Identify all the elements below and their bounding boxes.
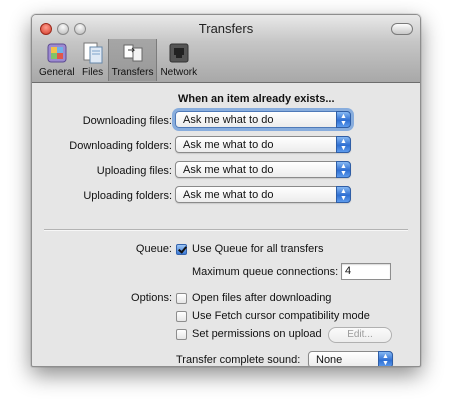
open-files-label: Open files after downloading — [192, 292, 332, 304]
transfers-pane: When an item already exists... Downloadi… — [32, 83, 420, 366]
cursor-compat-label: Use Fetch cursor compatibility mode — [192, 310, 370, 322]
tab-files-label: Files — [82, 67, 104, 78]
downloading-files-label: Downloading files: — [82, 115, 172, 127]
downloading-files-popup[interactable]: Ask me what to do ▲ ▼ — [175, 111, 351, 128]
uploading-folders-row: Uploading folders: Ask me what to do ▲ ▼ — [32, 186, 420, 208]
uploading-files-row: Uploading files: Ask me what to do ▲ ▼ — [32, 161, 420, 183]
queue-label: Queue: — [135, 243, 172, 255]
downloading-files-row: Downloading files: Ask me what to do ▲ ▼ — [32, 111, 420, 133]
uploading-files-popup[interactable]: Ask me what to do ▲ ▼ — [175, 161, 351, 178]
use-queue-checkbox[interactable] — [176, 244, 187, 255]
tab-general[interactable]: General — [36, 39, 78, 81]
sound-popup[interactable]: None ▲ ▼ — [308, 351, 393, 366]
downloading-files-value: Ask me what to do — [183, 114, 274, 126]
tab-network[interactable]: Network — [157, 39, 200, 81]
popup-arrows-icon: ▲ ▼ — [336, 111, 351, 128]
downloading-folders-row: Downloading folders: Ask me what to do ▲… — [32, 136, 420, 158]
set-permissions-checkbox[interactable] — [176, 329, 187, 340]
popup-arrows-icon: ▲ ▼ — [378, 351, 393, 366]
uploading-folders-popup[interactable]: Ask me what to do ▲ ▼ — [175, 186, 351, 203]
downloading-folders-popup[interactable]: Ask me what to do ▲ ▼ — [175, 136, 351, 153]
open-files-checkbox[interactable] — [176, 293, 187, 304]
uploading-folders-value: Ask me what to do — [183, 189, 274, 201]
cursor-compat-checkbox[interactable] — [176, 311, 187, 322]
edit-permissions-button[interactable]: Edit... — [328, 327, 392, 343]
popup-arrows-icon: ▲ ▼ — [336, 161, 351, 178]
downloading-folders-label: Downloading folders: — [69, 140, 172, 152]
preferences-window: Transfers General Files Transfers Networ… — [31, 14, 421, 367]
popup-arrows-icon: ▲ ▼ — [336, 136, 351, 153]
downloading-folders-value: Ask me what to do — [183, 139, 274, 151]
tab-transfers[interactable]: Transfers — [107, 39, 158, 81]
title-bar: Transfers General Files Transfers Networ… — [32, 15, 420, 83]
max-connections-field[interactable]: 4 — [341, 263, 391, 280]
toolbar-toggle-button[interactable] — [391, 23, 413, 35]
popup-arrows-icon: ▲ ▼ — [336, 186, 351, 203]
uploading-folders-label: Uploading folders: — [83, 190, 172, 202]
tab-files[interactable]: Files — [78, 39, 108, 81]
uploading-files-label: Uploading files: — [96, 165, 172, 177]
section-divider — [44, 229, 408, 231]
files-icon — [83, 42, 103, 64]
sound-label: Transfer complete sound: — [176, 354, 301, 366]
network-icon — [169, 43, 189, 63]
general-icon — [47, 43, 67, 63]
existing-item-heading: When an item already exists... — [178, 93, 335, 105]
transfers-icon — [123, 44, 143, 62]
options-label: Options: — [131, 292, 172, 304]
tab-general-label: General — [39, 67, 75, 78]
set-permissions-label: Set permissions on upload — [192, 328, 322, 340]
tab-network-label: Network — [160, 67, 198, 78]
tab-transfers-label: Transfers — [111, 67, 154, 78]
preferences-toolbar: General Files Transfers Network — [36, 39, 200, 81]
window-title: Transfers — [198, 21, 254, 36]
uploading-files-value: Ask me what to do — [183, 164, 274, 176]
sound-value: None — [316, 354, 343, 366]
max-connections-label: Maximum queue connections: — [192, 266, 339, 278]
use-queue-label: Use Queue for all transfers — [192, 243, 324, 255]
